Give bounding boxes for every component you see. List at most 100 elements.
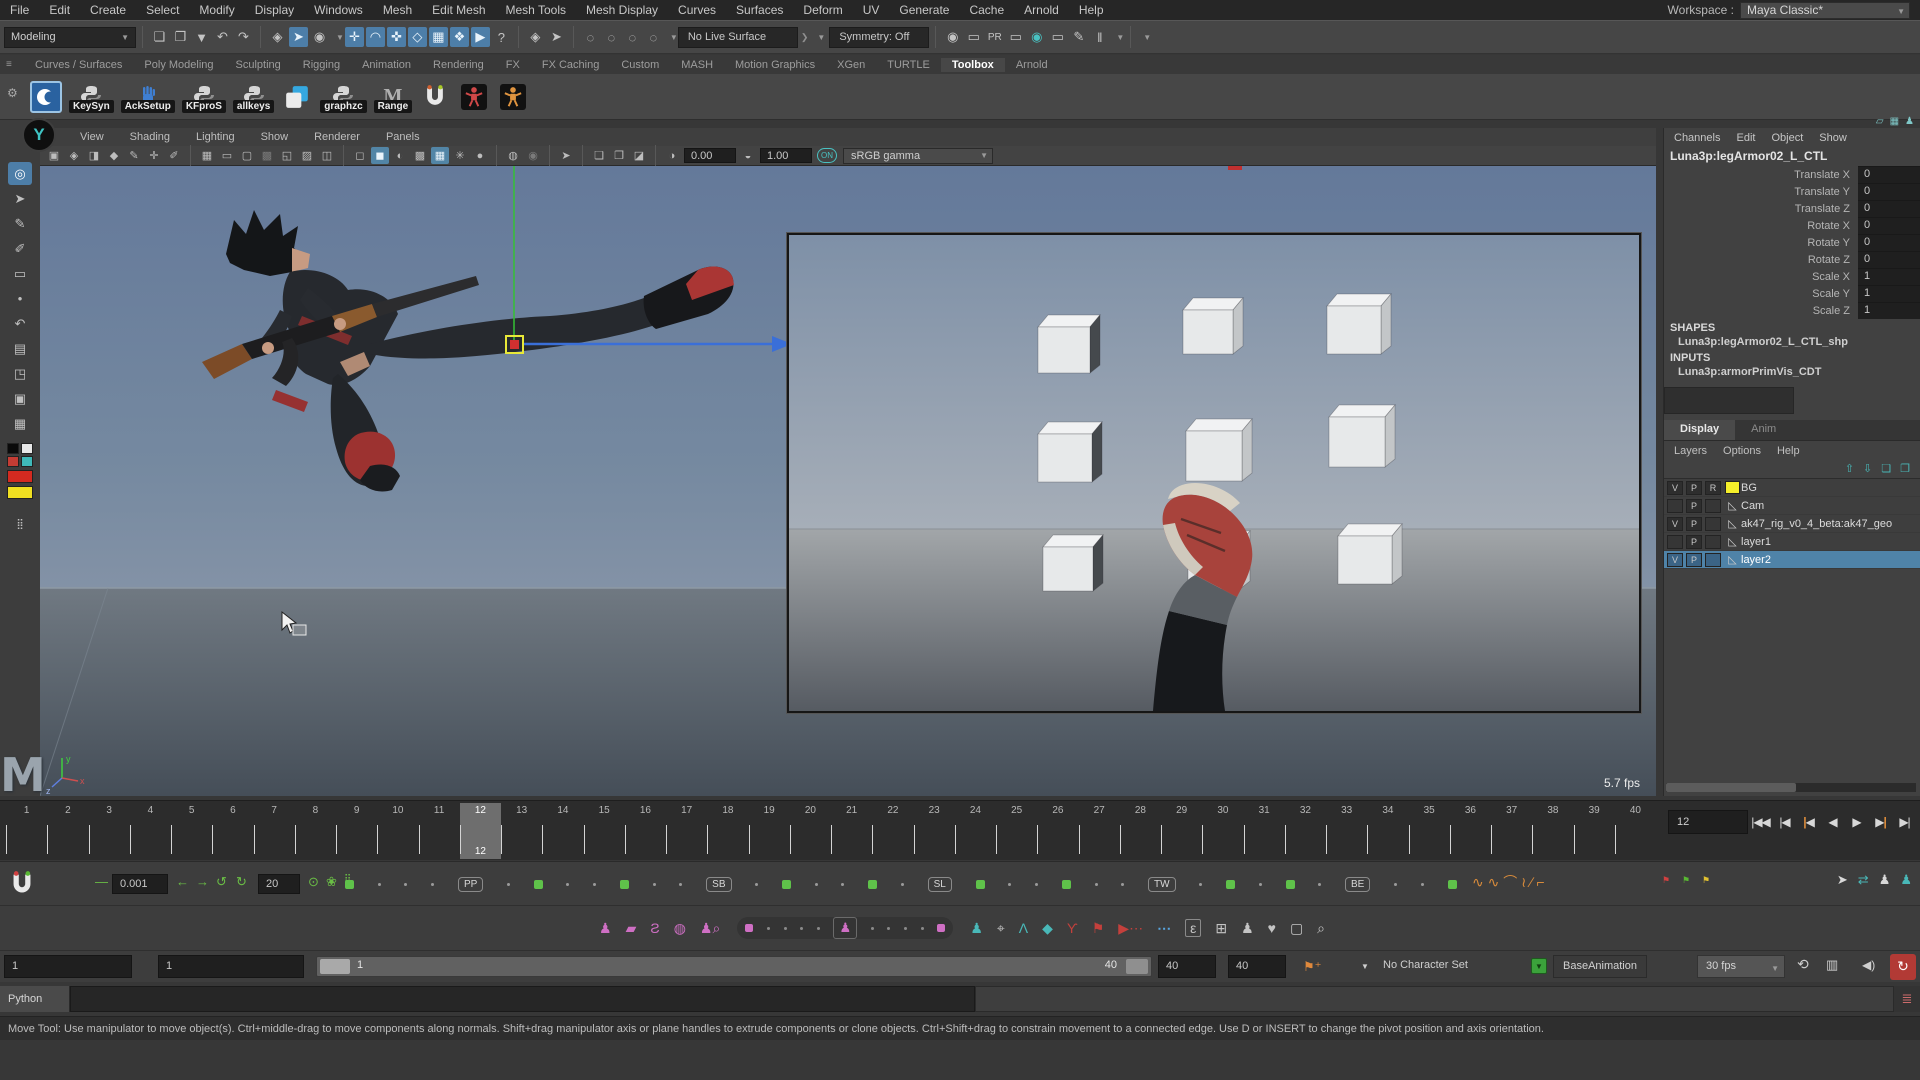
step-field[interactable]: 20 [258, 874, 300, 894]
history-icon[interactable]: ◌ [644, 27, 663, 47]
bookmark-icon[interactable]: ◆ [105, 147, 123, 164]
move-layer-down-icon[interactable]: ⇩ [1863, 462, 1872, 475]
shelf-item-graphzc[interactable]: graphzc [320, 80, 366, 113]
frame-19[interactable]: 19 [749, 803, 790, 859]
playback-toggle[interactable]: P [1686, 553, 1702, 567]
menu-set-dropdown[interactable]: Modeling▼ [4, 27, 136, 48]
lock-camera-icon[interactable]: ◈ [65, 147, 83, 164]
frame-34[interactable]: 34 [1367, 803, 1408, 859]
reference-toggle[interactable]: R [1705, 481, 1721, 495]
gamma-dropdown[interactable]: sRGB gamma▼ [843, 148, 993, 164]
color-white[interactable] [21, 443, 33, 454]
color-black[interactable] [7, 443, 19, 454]
camera-attributes-icon[interactable]: ◨ [85, 147, 103, 164]
channel-box-menu-channels[interactable]: Channels [1674, 132, 1720, 144]
swap-arrows-icon[interactable]: ⇄ [1858, 872, 1869, 888]
render-frame-icon[interactable]: ▭ [964, 27, 983, 47]
clip-folder-icon[interactable]: ▰ [626, 920, 637, 937]
panel-layout-icon[interactable]: ▦ [1890, 116, 1899, 127]
frame-29[interactable]: 29 [1161, 803, 1202, 859]
render-view-icon[interactable]: ◉ [1027, 27, 1046, 47]
undo-icon[interactable]: ↶ [8, 312, 32, 335]
viewport-menu-view[interactable]: View [68, 131, 116, 143]
frame-18[interactable]: 18 [707, 803, 748, 859]
chevron-down-icon[interactable]: ▼ [1143, 33, 1151, 42]
frame-27[interactable]: 27 [1079, 803, 1120, 859]
red-swatch[interactable] [7, 470, 33, 483]
current-frame-field[interactable]: 12 [1668, 810, 1748, 834]
ambient-occlusion-icon[interactable]: ◍ [504, 147, 522, 164]
channel-value[interactable]: 0 [1858, 166, 1920, 183]
shelf-tab-custom[interactable]: Custom [610, 58, 670, 72]
anim-layer-field[interactable]: BaseAnimation [1553, 955, 1647, 978]
channel-box-menu-edit[interactable]: Edit [1736, 132, 1755, 144]
multi-pass-2-icon[interactable]: ❐ [610, 147, 628, 164]
bookmark-tw[interactable]: TW [1148, 877, 1176, 892]
eraser-tool[interactable]: ▭ [8, 262, 32, 285]
character-slider[interactable]: ♟ [737, 917, 953, 939]
frame-9[interactable]: 9 [336, 803, 377, 859]
ipr-render-icon[interactable]: PR [985, 27, 1004, 47]
pause-icon[interactable]: ‖ [1090, 27, 1109, 47]
playback-toggle[interactable]: P [1686, 535, 1702, 549]
undo-icon[interactable]: ↶ [213, 27, 232, 47]
shelf-tab-rendering[interactable]: Rendering [422, 58, 495, 72]
frame-28[interactable]: 28 [1120, 803, 1161, 859]
frame-15[interactable]: 15 [584, 803, 625, 859]
frame-17[interactable]: 17 [666, 803, 707, 859]
isolate-select-icon[interactable]: ➤ [557, 147, 575, 164]
box-icon[interactable]: ▢ [1290, 920, 1303, 937]
channel-box-menu-object[interactable]: Object [1771, 132, 1803, 144]
shelf-item-robot-orange[interactable] [497, 81, 529, 113]
select-component-icon[interactable]: ◉ [310, 27, 329, 47]
redo-icon[interactable]: ↷ [234, 27, 253, 47]
open-scene-icon[interactable]: ❐ [171, 27, 190, 47]
contrast-field[interactable]: 1.00 [760, 148, 812, 163]
menu-surfaces[interactable]: Surfaces [726, 3, 793, 17]
menu-uv[interactable]: UV [853, 3, 890, 17]
visibility-toggle[interactable] [1667, 499, 1683, 513]
dot-tool[interactable]: • [8, 287, 32, 310]
lock-icon[interactable]: ◈ [526, 27, 545, 47]
green-flag-icon[interactable]: ⚑ [1682, 875, 1690, 886]
channel-value[interactable]: 0 [1858, 217, 1920, 234]
shelf-tab-curves-surfaces[interactable]: Curves / Surfaces [24, 58, 133, 72]
heart-icon[interactable]: ♥ [1268, 920, 1276, 936]
frame-3[interactable]: 3 [89, 803, 130, 859]
frame-6[interactable]: 6 [212, 803, 253, 859]
frame-2[interactable]: 2 [47, 803, 88, 859]
shelf-tab-toolbox[interactable]: Toolbox [941, 58, 1005, 72]
snap-plane-icon[interactable]: ◇ [408, 27, 427, 47]
new-layer-selected-icon[interactable]: ❐ [1900, 462, 1910, 475]
menu-curves[interactable]: Curves [668, 3, 726, 17]
film-gate-icon[interactable]: ▭ [218, 147, 236, 164]
frame-24[interactable]: 24 [955, 803, 996, 859]
lasso-tool[interactable]: ✎ [8, 212, 32, 235]
playback-toggle[interactable]: P [1686, 481, 1702, 495]
maya-logo[interactable]: Y [22, 118, 56, 152]
gear-icon[interactable]: ⚙ [7, 86, 18, 100]
visibility-toggle[interactable] [1667, 535, 1683, 549]
play-backwards-button[interactable]: ◀ [1821, 809, 1844, 835]
material-icon[interactable]: ◐ [391, 147, 409, 164]
bookmark-pp[interactable]: PP [458, 877, 483, 892]
yellow-flag-icon[interactable]: ⚑ [1702, 875, 1710, 886]
shaded-icon[interactable]: ◼ [371, 147, 389, 164]
lighting-icon[interactable]: ✳ [451, 147, 469, 164]
frame-16[interactable]: 16 [625, 803, 666, 859]
panel-toolbar-icons[interactable]: ▱ ▦ ♟ [1876, 116, 1914, 127]
playback-end-field[interactable]: 40 [1158, 955, 1216, 978]
contrast-icon[interactable]: ◒ [739, 147, 757, 164]
layer-swatch[interactable]: ◺ [1725, 517, 1740, 530]
bookmark-sb[interactable]: SB [706, 877, 731, 892]
channel-value[interactable]: 1 [1858, 302, 1920, 319]
frame-30[interactable]: 30 [1202, 803, 1243, 859]
menu-mesh[interactable]: Mesh [373, 3, 422, 17]
reference-toggle[interactable] [1705, 553, 1721, 567]
region-icon[interactable]: ◱ [278, 147, 296, 164]
selected-object-name[interactable]: Luna3p:legArmor02_L_CTL [1664, 147, 1920, 166]
visibility-toggle[interactable]: V [1667, 553, 1683, 567]
ease-curve-icons[interactable]: ∿ ∿ ⌒ ≀ ∕ ⌐ [1472, 872, 1545, 892]
motion-blur-icon[interactable]: ◉ [524, 147, 542, 164]
channel-value[interactable]: 1 [1858, 285, 1920, 302]
